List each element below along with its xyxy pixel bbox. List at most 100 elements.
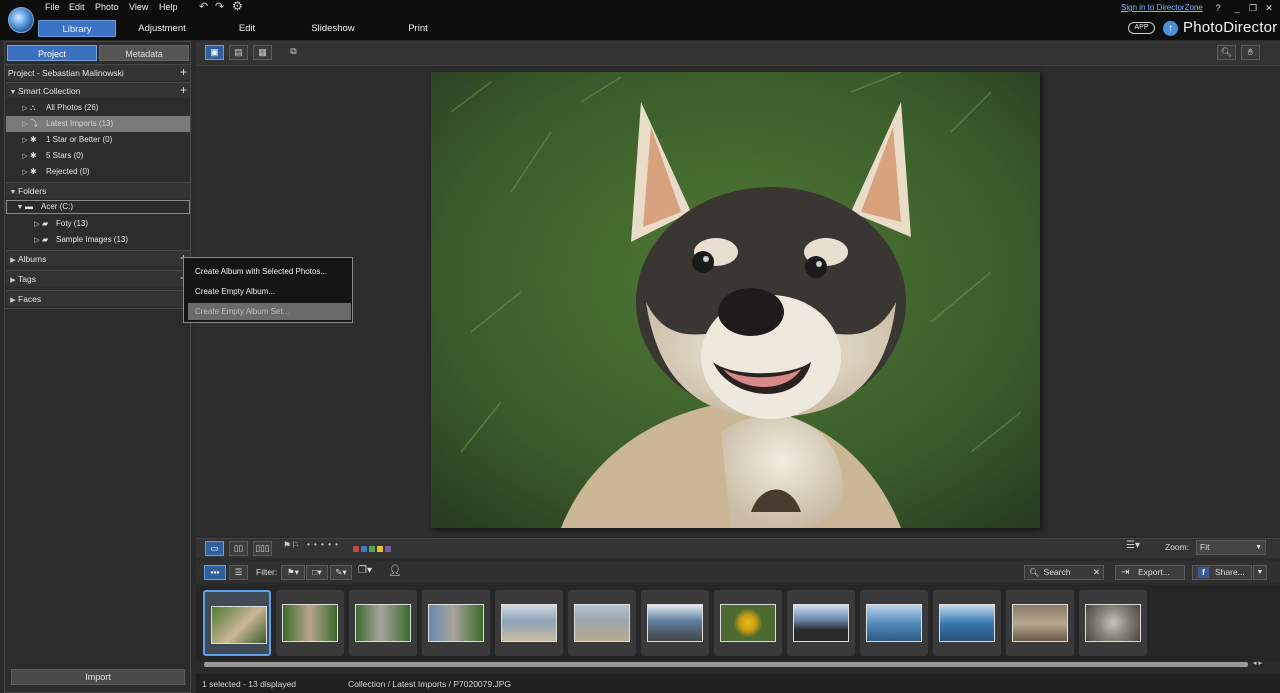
- expand-triangle-icon[interactable]: ▷: [20, 117, 30, 133]
- thumbnail[interactable]: [933, 590, 1001, 656]
- smart-collection-header[interactable]: ▼ Smart Collection +: [6, 82, 190, 98]
- tab-slideshow[interactable]: Slideshow: [305, 20, 361, 37]
- restore-icon[interactable]: ❐: [1247, 3, 1259, 14]
- undo-icon[interactable]: ↶: [199, 1, 208, 13]
- create-album-selected-item[interactable]: Create Album with Selected Photos...: [188, 263, 351, 280]
- help-button[interactable]: ?: [1212, 3, 1224, 13]
- clear-search-icon[interactable]: ✕: [1093, 566, 1100, 579]
- list-view-icon[interactable]: ☰: [229, 565, 248, 580]
- folder-acer-c[interactable]: ▼ ▬ Acer (C:): [6, 200, 190, 214]
- zoom-search-icon[interactable]: 🔍︎: [1217, 45, 1236, 60]
- flag-icon[interactable]: ⚑⚐: [283, 540, 299, 551]
- expand-triangle-icon[interactable]: ▷: [32, 217, 42, 233]
- star-rating-dots[interactable]: • • • • •: [307, 540, 339, 549]
- smart-item-5-stars[interactable]: ▷ ✱ 5 Stars (0): [6, 148, 190, 164]
- color-label-blue[interactable]: [361, 546, 367, 552]
- menu-view[interactable]: View: [129, 2, 148, 13]
- collapse-triangle-icon[interactable]: ▼: [8, 185, 18, 201]
- filmstrip-scrollbar[interactable]: [204, 662, 1248, 667]
- faces-header[interactable]: ▶ Faces: [6, 290, 190, 306]
- share-button[interactable]: f Share...: [1192, 565, 1252, 580]
- expand-triangle-icon[interactable]: ▷: [20, 101, 30, 117]
- expand-triangle-icon[interactable]: ▶: [8, 293, 18, 309]
- export-button[interactable]: ⇥ Export...: [1115, 565, 1185, 580]
- tab-metadata[interactable]: Metadata: [99, 45, 189, 61]
- menu-edit[interactable]: Edit: [69, 2, 85, 13]
- thumbnail[interactable]: [1006, 590, 1074, 656]
- sort-menu-icon[interactable]: ☰▾: [1126, 540, 1140, 551]
- thumbnail[interactable]: [860, 590, 928, 656]
- smart-item-all-photos[interactable]: ▷ ⛬ All Photos (26): [6, 100, 190, 116]
- thumbnail[interactable]: [1079, 590, 1147, 656]
- view-single-mode-icon[interactable]: ▭: [205, 541, 224, 556]
- stack-dropdown-icon[interactable]: ❐▾: [358, 565, 372, 576]
- search-box[interactable]: 🔍︎ Search ✕: [1024, 565, 1104, 580]
- expand-triangle-icon[interactable]: ▷: [20, 133, 30, 149]
- filter-edit-dropdown-icon[interactable]: ✎▾: [330, 565, 352, 580]
- tab-library[interactable]: Library: [38, 20, 116, 37]
- thumbnail-image: [1085, 604, 1141, 642]
- thumbnail[interactable]: [203, 590, 271, 656]
- expand-triangle-icon[interactable]: ▷: [20, 165, 30, 181]
- collapse-triangle-icon[interactable]: ▼: [15, 202, 25, 214]
- zoom-select[interactable]: Fit ▼: [1196, 540, 1266, 555]
- add-smart-collection-icon[interactable]: +: [180, 83, 187, 98]
- view-single-icon[interactable]: ▣: [205, 45, 224, 60]
- albums-header[interactable]: ▶Albums +: [6, 250, 190, 266]
- thumbnail[interactable]: [349, 590, 417, 656]
- create-empty-album-set-item[interactable]: Create Empty Album Set...: [188, 303, 351, 320]
- color-label-yellow[interactable]: [377, 546, 383, 552]
- expand-triangle-icon[interactable]: ▷: [20, 149, 30, 165]
- redo-icon[interactable]: ↷: [215, 1, 224, 13]
- add-person-icon[interactable]: 👤︎: [388, 564, 402, 577]
- share-dropdown-icon[interactable]: ▼: [1253, 565, 1267, 580]
- tab-edit[interactable]: Edit: [225, 20, 269, 37]
- view-multi-mode-icon[interactable]: ▯▯▯: [253, 541, 272, 556]
- folders-header[interactable]: ▼ Folders: [6, 182, 190, 198]
- app-badge[interactable]: APP: [1128, 22, 1155, 34]
- menu-file[interactable]: File: [45, 2, 60, 13]
- filter-flag-dropdown-icon[interactable]: ⚑▾: [281, 565, 305, 580]
- view-compare-icon[interactable]: ▤: [229, 45, 248, 60]
- color-label-red[interactable]: [353, 546, 359, 552]
- tags-header[interactable]: ▶Tags +: [6, 270, 190, 286]
- pan-hand-icon[interactable]: ✋︎: [1241, 45, 1260, 60]
- minimize-icon[interactable]: _: [1231, 3, 1243, 13]
- create-empty-album-item[interactable]: Create Empty Album...: [188, 283, 351, 300]
- thumbnail[interactable]: [495, 590, 563, 656]
- signin-directorzone-link[interactable]: Sign in to DirectorZone: [1121, 3, 1203, 12]
- menu-photo[interactable]: Photo: [95, 2, 119, 13]
- smart-item-rejected[interactable]: ▷ ✱ Rejected (0): [6, 164, 190, 180]
- folder-foty[interactable]: ▷ ▰ Foty (13): [6, 216, 190, 232]
- expand-triangle-icon[interactable]: ▶: [8, 273, 18, 289]
- filmstrip-view-icon[interactable]: ▪▪▪: [204, 565, 226, 580]
- view-grid-icon[interactable]: ▦: [253, 45, 272, 60]
- tab-project[interactable]: Project: [7, 45, 97, 61]
- thumbnail[interactable]: [714, 590, 782, 656]
- view-compare-mode-icon[interactable]: ▯▯: [229, 541, 248, 556]
- thumbnail[interactable]: [422, 590, 490, 656]
- expand-triangle-icon[interactable]: ▶: [8, 253, 18, 269]
- tab-adjustment[interactable]: Adjustment: [131, 20, 193, 37]
- close-icon[interactable]: ✕: [1263, 3, 1275, 14]
- folder-sample-images[interactable]: ▷ ▰ Sample Images (13): [6, 232, 190, 248]
- expand-triangle-icon[interactable]: ▷: [32, 233, 42, 249]
- scroll-arrows-icon[interactable]: ◂ ▸: [1253, 659, 1262, 667]
- filter-type-dropdown-icon[interactable]: □▾: [306, 565, 328, 580]
- collapse-triangle-icon[interactable]: ▼: [8, 85, 18, 101]
- tab-print[interactable]: Print: [400, 20, 436, 37]
- thumbnail[interactable]: [787, 590, 855, 656]
- smart-collection-label: Smart Collection: [18, 86, 81, 96]
- smart-item-1-star[interactable]: ▷ ✱ 1 Star or Better (0): [6, 132, 190, 148]
- color-label-purple[interactable]: [385, 546, 391, 552]
- add-project-icon[interactable]: +: [180, 65, 187, 80]
- thumbnail[interactable]: [276, 590, 344, 656]
- smart-item-latest-imports[interactable]: ▷ ⤵ Latest Imports (13): [6, 116, 190, 132]
- settings-gear-icon[interactable]: ⚙: [232, 0, 243, 12]
- menu-help[interactable]: Help: [159, 2, 178, 13]
- thumbnail[interactable]: [641, 590, 709, 656]
- color-label-green[interactable]: [369, 546, 375, 552]
- second-display-icon[interactable]: ⧉: [284, 45, 303, 60]
- thumbnail[interactable]: [568, 590, 636, 656]
- import-button[interactable]: Import: [11, 669, 185, 685]
